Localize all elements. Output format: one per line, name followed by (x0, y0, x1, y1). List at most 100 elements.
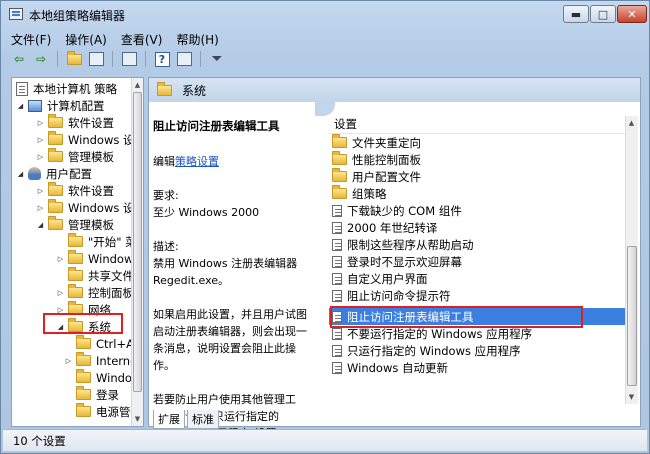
status-text: 10 个设置 (13, 434, 66, 448)
description-title: 阻止访问注册表编辑工具 (153, 119, 280, 133)
setting-icon (332, 344, 342, 357)
toolbar-separator (112, 51, 113, 67)
setting-icon (332, 238, 342, 251)
tree-item-software-settings[interactable]: ▷ 软件设置 (36, 114, 114, 131)
list-item[interactable]: 登录时不显示欢迎屏幕 (329, 253, 625, 270)
tree-item-windows-file[interactable]: Windo (76, 369, 132, 386)
tree-scrollbar[interactable]: ▲ ▼ (131, 78, 143, 426)
tab-standard[interactable]: 标准 (187, 410, 219, 429)
collapse-arrow-icon[interactable]: ◢ (16, 101, 25, 110)
list-item[interactable]: 只运行指定的 Windows 应用程序 (329, 342, 625, 359)
list-item[interactable]: 限制这些程序从帮助启动 (329, 236, 625, 253)
expand-arrow-icon[interactable]: ▷ (36, 135, 45, 144)
folder-icon (48, 216, 63, 230)
tree-item-internet[interactable]: ▷ Interne (64, 352, 137, 369)
menu-view[interactable]: 查看(V) (113, 29, 169, 47)
tree-item-windows-settings[interactable]: ▷ Windows 设 (36, 199, 135, 216)
list-item[interactable]: 组策略 (329, 185, 625, 202)
tree-scroll-thumb[interactable] (133, 92, 142, 392)
folder-icon (48, 148, 63, 162)
scroll-down-arrow-icon[interactable]: ▼ (626, 391, 637, 403)
tree-item-user-config[interactable]: ◢ 用户配置 (16, 165, 92, 182)
expand-arrow-icon[interactable]: ▷ (36, 118, 45, 127)
toolbar: ⇦ ⇨ ? ⏷ (3, 48, 647, 70)
tree-item-computer-config[interactable]: ◢ 计算机配置 (16, 97, 105, 114)
setting-icon (332, 204, 342, 217)
edit-policy-line: 编辑策略设置 (153, 155, 219, 168)
close-button[interactable]: ✕ (617, 5, 647, 23)
back-arrow-icon[interactable]: ⇦ (9, 50, 29, 68)
list-item[interactable]: 用户配置文件 (329, 168, 625, 185)
expand-arrow-icon[interactable]: ▷ (56, 288, 65, 297)
list-item[interactable]: 下载缺少的 COM 组件 (329, 202, 625, 219)
list-item[interactable]: Windows 自动更新 (329, 359, 625, 376)
setting-icon (332, 272, 342, 285)
tree-item-ctrl-alt-del[interactable]: Ctrl+A (76, 335, 134, 352)
help-icon[interactable]: ? (152, 50, 172, 68)
collapse-arrow-icon[interactable]: ◢ (16, 169, 25, 178)
tree-pane: 本地计算机 策略 ◢ 计算机配置 ▷ 软件设置 ▷ Windows 设 ▷ 管理模板 ◢… (11, 77, 144, 427)
window: 本地组策略编辑器 ▬ □ ✕ 文件(F) 操作(A) 查看(V) 帮助(H) ⇦… (0, 0, 650, 454)
forward-arrow-icon[interactable]: ⇨ (31, 50, 51, 68)
edit-policy-link[interactable]: 策略设置 (175, 155, 219, 168)
app-icon (9, 8, 23, 20)
tree-item-windows-settings[interactable]: ▷ Windows 设 (36, 131, 135, 148)
highlight-system-folder (43, 313, 123, 334)
tree-item-start-menu[interactable]: "开始" 菜 (68, 233, 137, 250)
view-tabs: 扩展 标准 (153, 410, 219, 429)
list-item[interactable]: 文件夹重定向 (329, 134, 625, 151)
list-item[interactable]: 自定义用户界面 (329, 270, 625, 287)
export-list-icon[interactable] (119, 50, 139, 68)
folder-icon (68, 233, 83, 247)
filter-icon[interactable]: ⏷ (207, 50, 227, 68)
expand-arrow-icon[interactable]: ▷ (64, 356, 73, 365)
user-icon (28, 167, 41, 180)
list-item[interactable]: 阻止访问命令提示符 (329, 287, 625, 304)
menu-help[interactable]: 帮助(H) (168, 29, 224, 47)
column-header-setting[interactable]: 设置 (329, 116, 629, 134)
scroll-up-arrow-icon[interactable]: ▲ (132, 79, 143, 91)
expand-arrow-icon[interactable]: ▷ (36, 186, 45, 195)
folder-icon (48, 114, 63, 128)
menu-file[interactable]: 文件(F) (3, 29, 57, 47)
tree-item-software-settings[interactable]: ▷ 软件设置 (36, 182, 114, 199)
list-scrollbar[interactable]: ▲ ▼ (625, 116, 638, 404)
up-folder-icon[interactable] (64, 50, 84, 68)
scroll-up-arrow-icon[interactable]: ▲ (626, 117, 637, 129)
folder-icon (76, 335, 91, 349)
expand-arrow-icon[interactable]: ▷ (36, 152, 45, 161)
description-text: 禁用 Windows 注册表编辑器 Regedit.exe。 (153, 257, 298, 287)
expand-arrow-icon[interactable]: ▷ (56, 254, 65, 263)
folder-icon (157, 81, 172, 96)
tab-extended[interactable]: 扩展 (153, 410, 185, 429)
tree-item-admin-templates[interactable]: ▷ 管理模板 (36, 148, 114, 165)
folder-icon (332, 134, 347, 148)
description-label: 描述: (153, 240, 179, 253)
settings-list: 设置 文件夹重定向 性能控制面板 用户配置文件 组策略 下载缺少的 COM 组件… (315, 102, 640, 404)
list-item[interactable]: 性能控制面板 (329, 151, 625, 168)
expand-arrow-icon[interactable]: ▷ (36, 203, 45, 212)
tree-item-windows-components[interactable]: ▷ Windows (56, 250, 139, 267)
list-item[interactable]: 2000 年世纪转译 (329, 219, 625, 236)
minimize-button[interactable]: ▬ (563, 5, 589, 23)
scroll-down-arrow-icon[interactable]: ▼ (132, 413, 143, 425)
show-tree-icon[interactable] (86, 50, 106, 68)
toolbar-separator (145, 51, 146, 67)
status-bar: 10 个设置 (3, 429, 647, 451)
window-title: 本地组策略编辑器 (29, 9, 126, 23)
properties-icon[interactable] (174, 50, 194, 68)
menu-action[interactable]: 操作(A) (57, 29, 113, 47)
description-paragraph-1: 如果启用此设置，并且用户试图启动注册表编辑器，则会出现一条消息，说明设置会阻止此… (153, 308, 307, 372)
collapse-arrow-icon[interactable]: ◢ (36, 220, 45, 229)
tree-item-root[interactable]: 本地计算机 策略 (16, 80, 117, 97)
folder-icon (48, 182, 63, 196)
list-scroll-thumb[interactable] (627, 246, 637, 386)
tree-item-control-panel[interactable]: ▷ 控制面板 (56, 284, 134, 301)
settings-pane: 系统 阻止访问注册表编辑工具 编辑策略设置 要求: 至少 Windows 200… (148, 77, 641, 440)
tree-item-admin-templates[interactable]: ◢ 管理模板 (36, 216, 114, 233)
setting-icon (332, 361, 342, 374)
computer-icon (28, 99, 42, 112)
tree-item-logon[interactable]: 登录 (76, 386, 119, 403)
maximize-button[interactable]: □ (590, 5, 616, 23)
tree-item-power-management[interactable]: 电源管 (76, 403, 131, 420)
